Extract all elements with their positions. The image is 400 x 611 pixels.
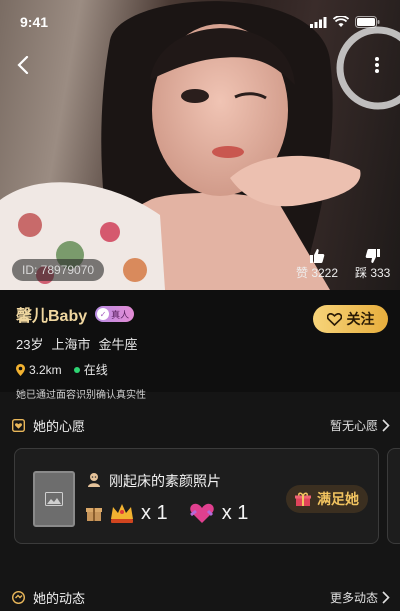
wish-card[interactable]: 刚起床的素颜照片 x 1 x 1 满足她 [14,448,379,544]
chevron-right-icon [382,590,390,604]
wifi-icon [333,16,349,27]
verification-text: 她已通过面容识别确认真实性 [16,390,146,401]
nav-bar [0,50,400,80]
more-button[interactable] [362,50,392,80]
no-wish-link[interactable]: 暂无心愿 [330,417,390,434]
profile-hero: 9:41 ID: 78979070 赞 3222 踩 333 [0,0,400,290]
wish-card-next[interactable] [387,448,400,544]
location-pin-icon [16,363,25,376]
more-vertical-icon [375,57,379,73]
status-icons [310,16,380,28]
lock-cat-icon [88,473,100,487]
online-text: 在线 [83,363,108,377]
heart-outline-icon [326,312,342,326]
satisfy-label: 满足她 [317,491,359,507]
user-city: 上海市 [51,337,91,352]
wish-gifts: x 1 x 1 [85,501,248,525]
wish-section-header: 她的心愿 暂无心愿 [0,410,400,440]
online-status: 在线 [73,361,108,378]
thumbs-up-icon [310,249,325,263]
user-zodiac: 金牛座 [98,337,138,352]
online-dot-icon [73,366,80,373]
moments-section-title: 她的动态 [12,588,85,607]
more-moments-link[interactable]: 更多动态 [330,589,390,606]
battery-icon [355,16,380,28]
distance-text: 3.2km [29,362,62,377]
crown-gift-count: x 1 [141,501,168,524]
heart-gift-count: x 1 [221,501,249,524]
thumbs-down-icon [365,249,380,263]
status-time: 9:41 [20,14,49,30]
real-badge-label: 真人 [111,309,130,320]
crown-gift-icon [111,504,133,523]
heart-gift-icon [189,503,214,523]
gift-icon [295,492,311,506]
distance: 3.2km [16,363,62,377]
image-placeholder-icon [45,492,63,506]
user-name: 馨儿Baby [16,308,88,325]
wish-icon [12,418,25,432]
wish-title-text: 她的心愿 [33,418,86,434]
real-person-badge: ✓ 真人 [95,306,135,322]
dislike-count: 踩 333 [355,266,391,280]
wish-item-title: 刚起床的素颜照片 [109,473,221,489]
like-count: 赞 3222 [296,266,339,280]
more-moments-text: 更多动态 [329,590,378,605]
chevron-left-icon [17,56,29,74]
chevron-right-icon [382,418,390,432]
like-button[interactable]: 赞 3222 [296,248,338,281]
no-wish-text: 暂无心愿 [329,418,378,433]
location-row: 3.2km 在线 [16,361,384,378]
moments-section-header: 她的动态 更多动态 [0,582,400,611]
dislike-button[interactable]: 踩 333 [355,248,390,281]
satisfy-button[interactable]: 满足她 [286,485,368,513]
user-age: 23岁 [16,337,44,352]
wish-section-title: 她的心愿 [12,416,85,435]
signal-icon [310,16,327,28]
status-bar: 9:41 [0,0,400,44]
back-button[interactable] [8,50,38,80]
follow-button[interactable]: 关注 [313,305,388,333]
user-meta: 23岁 上海市 金牛座 [16,334,384,353]
verified-icon: ✓ [97,308,110,320]
moments-icon [12,590,25,604]
gift-box-icon [86,508,102,521]
user-id-badge: ID: 78979070 [12,259,105,281]
profile-info: 馨儿Baby ✓ 真人 23岁 上海市 金牛座 3.2km 在线 她已通过面容识… [0,290,400,401]
wish-thumbnail [33,471,75,527]
follow-label: 关注 [346,311,375,327]
moments-title-text: 她的动态 [33,590,86,606]
